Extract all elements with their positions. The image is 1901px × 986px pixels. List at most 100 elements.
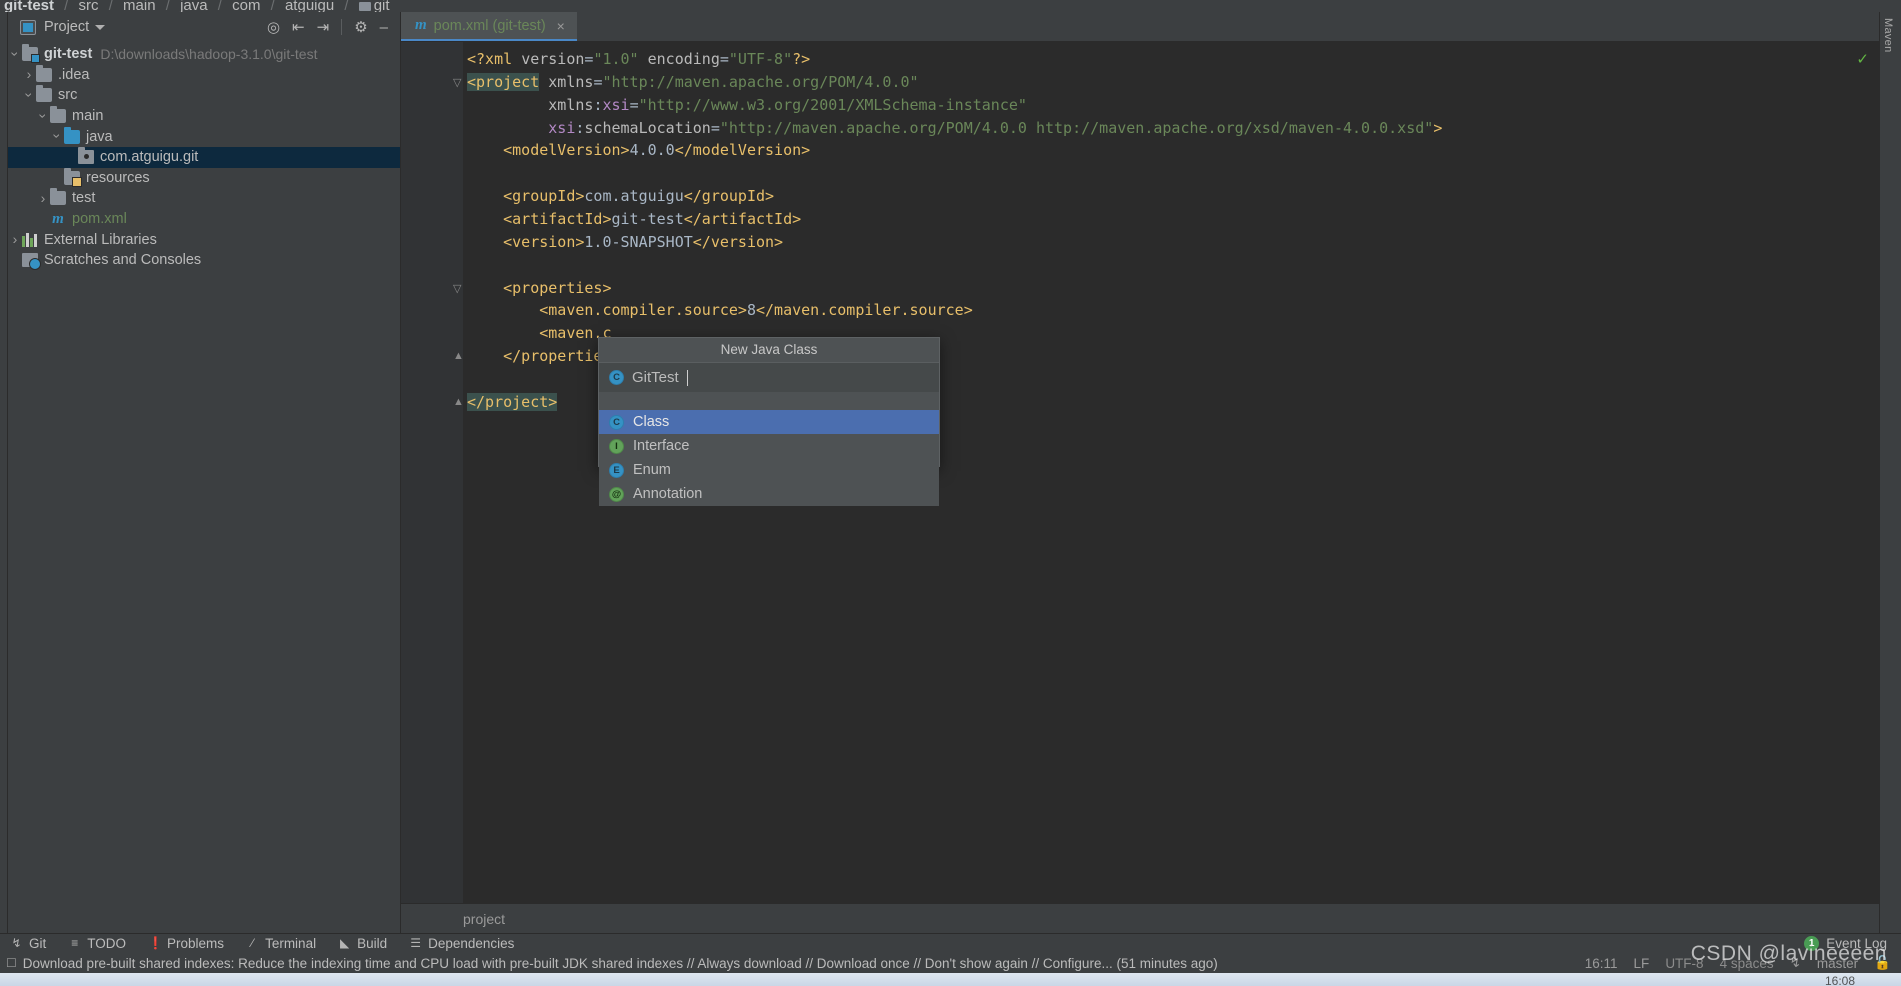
new-java-class-dialog[interactable]: New Java Class C GitTest C Class I Interfac…	[598, 337, 940, 506]
inspection-status-icon[interactable]: ✓	[1856, 50, 1869, 68]
right-tool-strip[interactable]: Maven	[1879, 12, 1901, 933]
breadcrumb-item-5[interactable]: atguigu	[285, 0, 334, 12]
code-token: 4.0.0	[629, 141, 675, 160]
tool-window-todo-label: TODO	[87, 936, 127, 951]
code-token: <project	[467, 72, 540, 91]
editor-tab-pom-xml[interactable]: m pom.xml (git-test) ×	[401, 12, 577, 41]
dependencies-icon: ☰	[410, 936, 421, 950]
code-token: </artifactId>	[683, 209, 802, 228]
chevron-down-icon[interactable]	[50, 129, 64, 144]
tree-item-com-atguigu-git[interactable]: com.atguigu.git	[8, 146, 400, 168]
class-kind-option-annotation[interactable]: @ Annotation	[599, 482, 939, 506]
locate-icon[interactable]: ◎	[267, 20, 280, 35]
tree-item-external-libraries[interactable]: External Libraries	[8, 229, 400, 250]
breadcrumb-item-6[interactable]: git	[374, 0, 390, 12]
tree-item-label: git-test	[44, 46, 93, 63]
class-name-input[interactable]: C GitTest	[599, 362, 939, 392]
code-token: 8	[746, 301, 756, 320]
event-log-area[interactable]: 1 Event Log	[1804, 936, 1901, 951]
breadcrumb-item-4[interactable]: com	[232, 0, 260, 12]
chevron-down-icon[interactable]	[22, 88, 36, 103]
expand-all-icon[interactable]: ⇤	[292, 20, 305, 35]
code-token: <groupId>	[503, 187, 585, 206]
code-line[interactable]: <?xml version="1.0" encoding="UTF-8"?>	[467, 50, 810, 68]
code-line[interactable]: <project xmlns="http://maven.apache.org/…	[467, 72, 919, 91]
status-message[interactable]: Download pre-built shared indexes: Reduc…	[23, 956, 1218, 971]
tree-item-git-test[interactable]: git-test D:\downloads\hadoop-3.1.0\git-te…	[8, 44, 400, 65]
tool-window-dependencies[interactable]: ☰ Dependencies	[409, 936, 514, 951]
code-line[interactable]: <artifactId>git-test</artifactId>	[467, 210, 801, 228]
breadcrumb-item-3[interactable]: java	[180, 0, 208, 12]
breadcrumb-item-0[interactable]: git-test	[4, 0, 54, 12]
class-kind-list[interactable]: C Class I Interface E Enum @ Annotation	[599, 410, 939, 506]
chevron-down-icon[interactable]	[8, 47, 22, 62]
tree-item-pom-xml[interactable]: m pom.xml	[8, 209, 400, 230]
editor-gutter[interactable]	[401, 42, 463, 903]
code-line[interactable]: <modelVersion>4.0.0</modelVersion>	[467, 141, 810, 159]
folder-icon	[50, 106, 66, 124]
chevron-right-icon[interactable]	[36, 191, 50, 206]
folder-icon	[358, 2, 371, 11]
class-kind-label: Annotation	[633, 486, 703, 502]
code-token: </groupId>	[683, 187, 775, 206]
chevron-right-icon[interactable]	[8, 232, 22, 247]
tool-window-dependencies-label: Dependencies	[428, 936, 515, 951]
problems-icon: ❗	[148, 936, 163, 950]
tree-item-resources[interactable]: resources	[8, 167, 400, 189]
right-tool-tab-maven[interactable]: Maven	[1882, 18, 1894, 53]
close-icon[interactable]: ×	[557, 18, 565, 34]
breadcrumb-item-1[interactable]: src	[79, 0, 99, 12]
git-branch-icon: ↯	[11, 936, 22, 950]
code-line[interactable]: xmlns:xsi="http://www.w3.org/2001/XMLSch…	[467, 96, 1027, 114]
tool-window-build[interactable]: ◣ Build	[338, 936, 387, 951]
breadcrumb[interactable]: git-test / src / main / java / com / atg…	[0, 0, 1901, 12]
editor-breadcrumb[interactable]: project	[401, 903, 1879, 933]
tool-window-problems[interactable]: ❗ Problems	[148, 936, 224, 951]
status-branch[interactable]: master	[1817, 956, 1858, 971]
tree-item-scratches-and-consoles[interactable]: Scratches and Consoles	[8, 250, 400, 271]
collapse-all-icon[interactable]: ⇥	[317, 20, 330, 35]
chevron-down-icon[interactable]	[95, 24, 106, 30]
chevron-down-icon[interactable]	[36, 109, 50, 124]
tool-window-problems-label: Problems	[167, 936, 225, 951]
taskbar-clock: 16:08	[1824, 974, 1855, 986]
tool-window-todo[interactable]: ≡ TODO	[68, 936, 126, 951]
code-line[interactable]: xsi:schemaLocation="http://maven.apache.…	[467, 119, 1442, 137]
class-kind-option-enum[interactable]: E Enum	[599, 458, 939, 482]
class-kind-option-class[interactable]: C Class	[599, 410, 939, 434]
tree-item-java[interactable]: java	[8, 126, 400, 147]
status-encoding[interactable]: UTF-8	[1665, 956, 1703, 971]
left-tool-strip[interactable]: Structure	[0, 12, 8, 933]
tool-window-terminal[interactable]: ⁄ Terminal	[246, 936, 317, 951]
status-line-separator[interactable]: LF	[1634, 956, 1650, 971]
project-panel-header: Project ◎ ⇤ ⇥ ⚙ –	[8, 12, 400, 42]
tool-window-git[interactable]: ↯ Git	[10, 936, 46, 951]
class-kind-option-interface[interactable]: I Interface	[599, 434, 939, 458]
tree-item-main[interactable]: main	[8, 106, 400, 127]
chevron-right-icon[interactable]	[22, 67, 36, 82]
code-line[interactable]: <properties>	[467, 279, 611, 297]
fold-marker-icon[interactable]: ▽	[453, 282, 461, 295]
project-tree[interactable]: git-test D:\downloads\hadoop-3.1.0\git-te…	[8, 42, 400, 271]
gear-icon[interactable]: ⚙	[354, 20, 367, 35]
tool-window-git-label: Git	[29, 936, 47, 951]
breadcrumb-item-2[interactable]: main	[123, 0, 156, 12]
class-kind-label: Interface	[633, 438, 690, 454]
code-line[interactable]: <maven.c	[467, 324, 611, 342]
fold-marker-icon[interactable]: ▽	[453, 76, 461, 89]
tree-item-test[interactable]: test	[8, 188, 400, 209]
code-line[interactable]: <groupId>com.atguigu</groupId>	[467, 187, 774, 205]
code-line[interactable]: <maven.compiler.source>8</maven.compiler…	[467, 301, 973, 319]
code-line[interactable]: </project>	[467, 392, 558, 411]
text-caret	[686, 369, 688, 386]
status-indent[interactable]: 4 spaces	[1720, 956, 1774, 971]
minimize-icon[interactable]: –	[380, 20, 388, 35]
lock-icon[interactable]: 🔓	[1874, 955, 1891, 971]
fold-marker-icon[interactable]: ▲	[453, 350, 464, 362]
code-line[interactable]: <version>1.0-SNAPSHOT</version>	[467, 233, 783, 251]
event-log-label[interactable]: Event Log	[1826, 936, 1887, 951]
fold-marker-icon[interactable]: ▲	[453, 396, 464, 408]
tree-item--idea[interactable]: .idea	[8, 64, 400, 86]
code-token: "http://maven.apache.org/POM/4.0.0"	[602, 72, 919, 91]
tree-item-src[interactable]: src	[8, 85, 400, 106]
